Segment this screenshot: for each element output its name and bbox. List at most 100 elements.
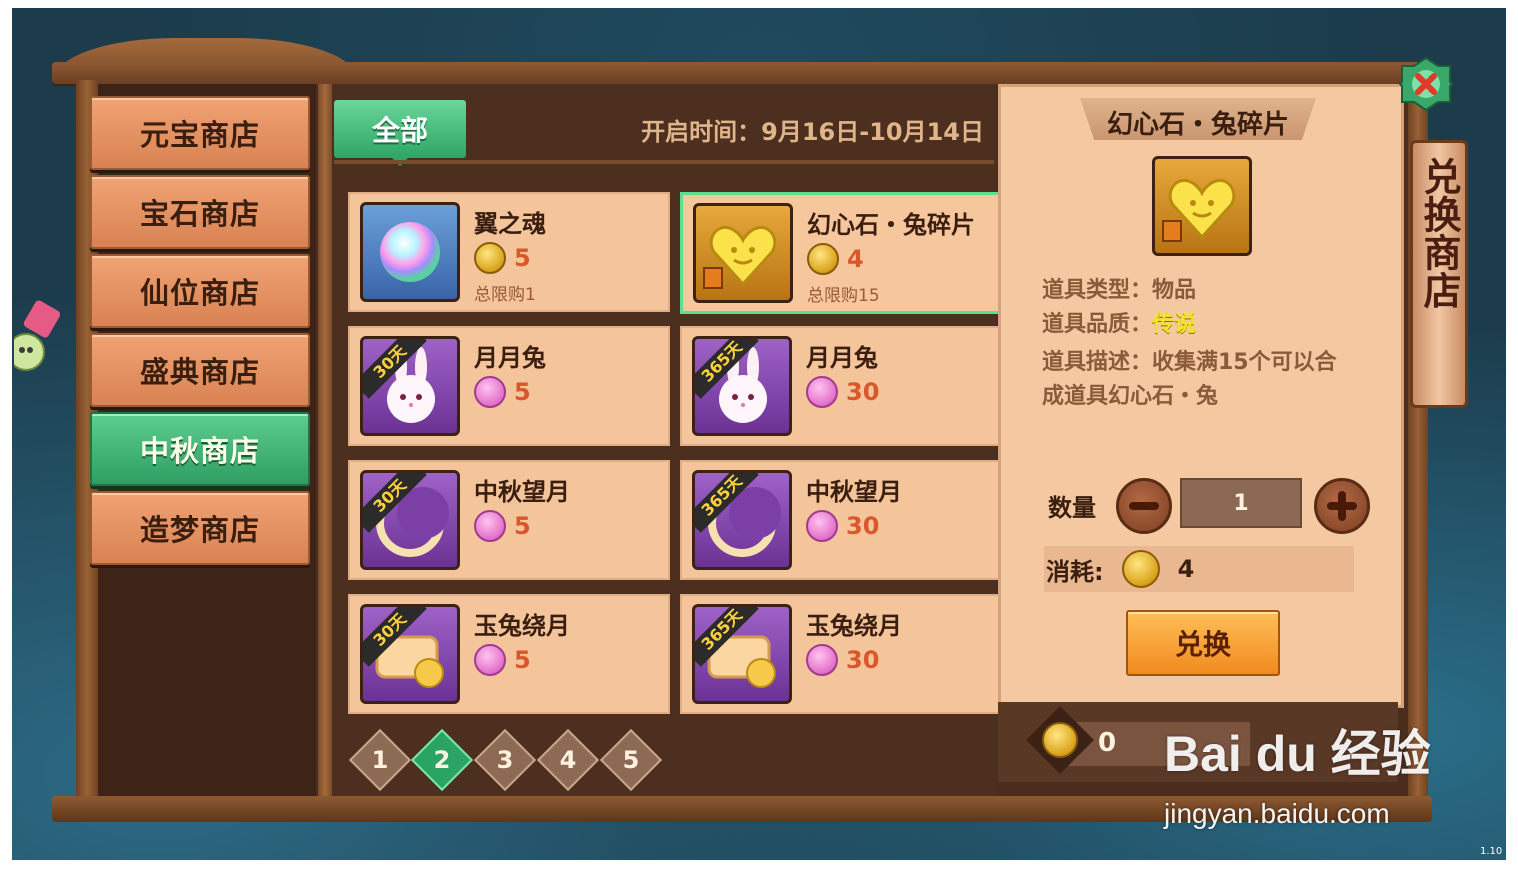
item-name: 翼之魂 (474, 210, 546, 238)
item-price-row: 30 (806, 510, 879, 542)
item-card[interactable]: 365天 月月兔 30 (680, 326, 1002, 446)
item-price: 30 (846, 646, 880, 674)
item-name: 玉兔绕月 (474, 612, 570, 640)
mooncake-gem-icon (474, 644, 506, 676)
item-name: 幻心石・兔碎片 (807, 211, 975, 239)
mooncake-gem-icon (806, 644, 838, 676)
tab-all-label: 全部 (371, 114, 428, 147)
sidebar-item-label: 仙位商店 (139, 276, 260, 310)
column-separator (318, 84, 332, 796)
item-name: 玉兔绕月 (806, 612, 902, 640)
item-price: 5 (514, 244, 531, 272)
detail-description-line-2: 成道具幻心石・兔 (1042, 384, 1219, 409)
close-icon (1398, 56, 1454, 112)
detail-type: 道具类型：物品 (1042, 272, 1196, 304)
item-price: 5 (514, 512, 531, 540)
item-price-row: 5 (474, 644, 531, 676)
item-limit: 总限购15 (807, 286, 880, 306)
item-limit: 总限购1 (474, 285, 536, 305)
sidebar-item-dream-shop[interactable]: 造梦商店 (90, 491, 310, 565)
close-button[interactable] (1398, 56, 1454, 112)
detail-type-value: 物品 (1152, 278, 1197, 303)
item-card-selected[interactable]: 幻心石・兔碎片 4 总限购15 (680, 192, 1004, 314)
detail-quality-value: 传说 (1152, 312, 1197, 337)
item-name: 月月兔 (474, 344, 546, 372)
tab-all[interactable]: 全部 (334, 100, 466, 166)
item-name: 中秋望月 (474, 478, 570, 506)
exchange-button-label: 兑换 (1174, 628, 1231, 661)
page-number: 4 (559, 746, 577, 774)
voucher-icon (7, 300, 61, 371)
item-name: 中秋望月 (806, 478, 902, 506)
page-number: 2 (433, 746, 451, 774)
item-price: 5 (514, 378, 531, 406)
decrease-quantity-button[interactable] (1116, 478, 1172, 534)
chat-frame-icon: 30天 (360, 604, 460, 704)
item-price: 30 (846, 378, 880, 406)
white-rabbit-icon: 30天 (360, 336, 460, 436)
quantity-label: 数量 (1048, 494, 1096, 522)
shop-sign: 兑换商店 (1410, 140, 1468, 408)
detail-type-label: 道具类型： (1042, 278, 1153, 303)
mooncake-gem-icon (806, 510, 838, 542)
item-card[interactable]: 30天 月月兔 5 (348, 326, 670, 446)
coin-icon (807, 243, 839, 275)
item-card[interactable]: 30天 玉兔绕月 5 (348, 594, 670, 714)
coin-icon (1042, 722, 1078, 758)
sidebar-item-mid-autumn-shop[interactable]: 中秋商店 (90, 412, 310, 486)
baidu-watermark-url: jingyan.baidu.com (1164, 798, 1390, 829)
item-price-row: 5 (474, 242, 531, 274)
shop-sign-text: 兑换商店 (1417, 157, 1462, 309)
item-price: 30 (846, 512, 880, 540)
balance-value: 0 (1098, 728, 1117, 758)
mooncake-gem-icon (474, 376, 506, 408)
sidebar-item-label: 元宝商店 (139, 118, 260, 152)
sidebar-item-label: 盛典商店 (139, 355, 260, 389)
exchange-button[interactable]: 兑换 (1126, 610, 1280, 676)
sidebar-item-label: 宝石商店 (139, 197, 260, 231)
cost-row: 消耗: 4 (1044, 546, 1354, 592)
chat-frame-icon: 365天 (692, 604, 792, 704)
item-price-row: 5 (474, 376, 531, 408)
minus-icon (1129, 502, 1159, 510)
item-card[interactable]: 30天 中秋望月 5 (348, 460, 670, 580)
coin-icon (474, 242, 506, 274)
item-price-row: 30 (806, 376, 879, 408)
golden-heart-shard-icon (1152, 156, 1252, 256)
sidebar-item-gem-shop[interactable]: 宝石商店 (90, 175, 310, 249)
page-number: 1 (371, 746, 389, 774)
coin-icon (1121, 550, 1160, 588)
plus-icon-vertical (1338, 491, 1346, 521)
mooncake-gem-icon (806, 376, 838, 408)
page-number: 3 (496, 746, 514, 774)
sidebar-item-yuanbao-shop[interactable]: 元宝商店 (90, 96, 310, 170)
open-time-text: 开启时间：9月16日-10月14日 (641, 118, 984, 146)
increase-quantity-button[interactable] (1314, 478, 1370, 534)
item-card[interactable]: 翼之魂 5 总限购1 (348, 192, 670, 312)
crescent-moon-icon: 30天 (360, 470, 460, 570)
sidebar-item-immortal-shop[interactable]: 仙位商店 (90, 254, 310, 328)
detail-description-line-1: 道具描述：收集满15个可以合 (1042, 350, 1337, 375)
detail-quality: 道具品质：传说 (1042, 306, 1196, 338)
item-card[interactable]: 365天 玉兔绕月 30 (680, 594, 1002, 714)
frame-top-bar (52, 62, 1432, 84)
page-number: 5 (622, 746, 640, 774)
sidebar-item-festival-shop[interactable]: 盛典商店 (90, 333, 310, 407)
crescent-moon-icon: 365天 (692, 470, 792, 570)
cost-label: 消耗: (1046, 557, 1104, 586)
sidebar-item-label: 中秋商店 (139, 434, 260, 468)
item-price-row: 5 (474, 510, 531, 542)
golden-heart-shard-icon (693, 203, 793, 303)
item-price-row: 4 (807, 243, 864, 275)
item-price: 5 (514, 646, 531, 674)
mooncake-gem-icon (474, 510, 506, 542)
detail-title: 幻心石・兔碎片 (1106, 110, 1289, 140)
item-price-row: 30 (806, 644, 879, 676)
voucher-side-tag[interactable] (7, 300, 61, 382)
item-card[interactable]: 365天 中秋望月 30 (680, 460, 1002, 580)
detail-quality-label: 道具品质： (1042, 312, 1153, 337)
version-label: 1.10 (1480, 846, 1503, 857)
header-divider (334, 160, 994, 164)
sidebar-item-label: 造梦商店 (139, 513, 260, 547)
quantity-field[interactable]: 1 (1180, 478, 1302, 528)
